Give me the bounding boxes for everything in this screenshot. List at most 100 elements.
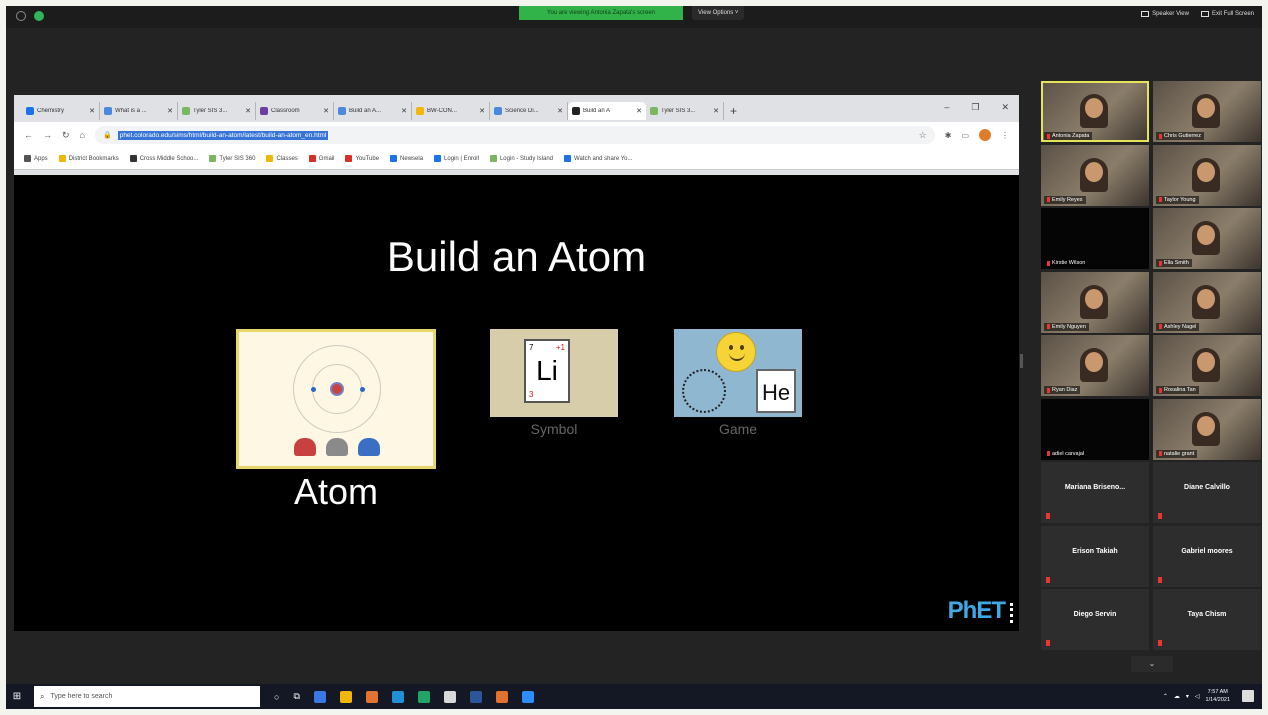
forward-arrow-icon[interactable]: → bbox=[43, 130, 52, 140]
view-options-button[interactable]: View Options ˅ bbox=[692, 6, 745, 20]
tab-close-icon[interactable]: ✕ bbox=[89, 107, 95, 115]
gallery-next-page-button[interactable]: ⌄ bbox=[1131, 656, 1173, 672]
extensions-icon[interactable]: ✱ bbox=[945, 131, 952, 140]
exit-full-screen-button[interactable]: Exit Full Screen bbox=[1200, 11, 1254, 17]
browser-tab[interactable]: Chemistry ✕ bbox=[22, 102, 100, 120]
participant-tile[interactable]: Ryan Diaz bbox=[1041, 335, 1149, 396]
participant-tile[interactable]: Kirstie Wilson bbox=[1041, 208, 1149, 269]
pinned-app-icon[interactable] bbox=[417, 690, 430, 703]
cortana-icon[interactable]: ○ bbox=[274, 692, 279, 702]
participant-tile[interactable]: Taya Chism bbox=[1153, 589, 1261, 650]
tab-close-icon[interactable]: ✕ bbox=[557, 107, 563, 115]
onedrive-icon[interactable]: ☁ bbox=[1174, 693, 1180, 700]
bookmark-item[interactable]: Login | Enroll bbox=[434, 155, 479, 162]
game-screen-button[interactable]: He bbox=[674, 329, 802, 417]
browser-tab[interactable]: Build an A... ✕ bbox=[334, 102, 412, 120]
bookmark-item[interactable]: YouTube bbox=[345, 155, 379, 162]
bookmark-item[interactable]: Classes bbox=[266, 155, 298, 162]
lock-icon[interactable]: 🔒 bbox=[103, 131, 112, 139]
pinned-app-icon[interactable] bbox=[391, 690, 404, 703]
new-tab-button[interactable]: + bbox=[730, 104, 737, 118]
participant-tile[interactable]: Diego Servin bbox=[1041, 589, 1149, 650]
pinned-app-icon[interactable] bbox=[365, 690, 378, 703]
participant-tile[interactable]: Erison Takiah bbox=[1041, 525, 1149, 587]
participant-tile[interactable]: Antonia Zapata bbox=[1041, 81, 1149, 142]
bookmark-item[interactable]: Login - Study Island bbox=[489, 155, 553, 162]
task-view-icon[interactable]: ⧉ bbox=[293, 691, 299, 702]
participant-tile[interactable]: Gabriel moores bbox=[1153, 525, 1261, 587]
chrome-menu-icon[interactable]: ⋮ bbox=[1001, 131, 1009, 140]
pinned-app-icon[interactable] bbox=[313, 690, 326, 703]
participant-video-face bbox=[1197, 415, 1216, 436]
bookmark-item[interactable]: Newsela bbox=[390, 155, 423, 162]
bookmark-item[interactable]: Cross Middle Schoo... bbox=[129, 155, 198, 162]
bookmark-item[interactable]: District Bookmarks bbox=[58, 155, 119, 162]
participant-name-tag: Taylor Young bbox=[1156, 195, 1199, 204]
phet-menu-icon[interactable] bbox=[1010, 603, 1013, 623]
participant-tile[interactable]: Emily Nguyen bbox=[1041, 271, 1149, 333]
tab-close-icon[interactable]: ✕ bbox=[636, 107, 642, 115]
pinned-app-icon[interactable] bbox=[339, 690, 352, 703]
home-icon[interactable]: ⌂ bbox=[80, 130, 85, 140]
encryption-shield-icon[interactable] bbox=[34, 11, 44, 21]
participant-tile[interactable]: adiel carvajal bbox=[1041, 398, 1149, 460]
volume-icon[interactable]: ◁ bbox=[1195, 693, 1200, 700]
participant-tile[interactable]: Ashley Nagel bbox=[1153, 271, 1261, 333]
bookmark-item[interactable]: Gmail bbox=[308, 155, 334, 162]
atom-screen-label[interactable]: Atom bbox=[236, 471, 436, 513]
participant-name-tag: natalie grant bbox=[1156, 449, 1198, 458]
panel-splitter-handle[interactable] bbox=[1020, 354, 1023, 368]
tab-close-icon[interactable]: ✕ bbox=[713, 107, 719, 115]
bookmark-item[interactable]: Watch and share Yo... bbox=[564, 155, 633, 162]
symbol-screen-label[interactable]: Symbol bbox=[490, 421, 618, 437]
tab-close-icon[interactable]: ✕ bbox=[479, 107, 485, 115]
participant-tile[interactable]: Taylor Young bbox=[1153, 144, 1261, 206]
tab-close-icon[interactable]: ✕ bbox=[167, 107, 173, 115]
pinned-app-icon[interactable] bbox=[521, 690, 534, 703]
bookmark-item[interactable]: Tyler SIS 360 bbox=[209, 155, 255, 162]
participant-tile[interactable]: Diane Calvillo bbox=[1153, 462, 1261, 523]
participant-tile[interactable]: Emily Reyes bbox=[1041, 144, 1149, 206]
tab-close-icon[interactable]: ✕ bbox=[401, 107, 407, 115]
browser-tab[interactable]: What is a ... ✕ bbox=[100, 102, 178, 120]
browser-tab[interactable]: Tyler SIS 3... ✕ bbox=[646, 102, 724, 120]
browser-tab[interactable]: Science Di... ✕ bbox=[490, 102, 568, 120]
speaker-view-button[interactable]: Speaker View bbox=[1141, 11, 1189, 17]
browser-tab[interactable]: Build an A ✕ bbox=[568, 102, 646, 120]
pinned-app-icon[interactable] bbox=[495, 690, 508, 703]
maximize-icon[interactable]: ❐ bbox=[971, 102, 979, 113]
participant-tile[interactable]: Ella Smith bbox=[1153, 208, 1261, 269]
tab-close-icon[interactable]: ✕ bbox=[245, 107, 251, 115]
tab-close-icon[interactable]: ✕ bbox=[323, 107, 329, 115]
symbol-screen-button[interactable]: 7 +1 Li 3 bbox=[490, 329, 618, 417]
browser-tab[interactable]: Tyler SIS 3... ✕ bbox=[178, 102, 256, 120]
taskbar-search-box[interactable]: ⌕ Type here to search bbox=[34, 686, 260, 707]
taskbar-clock[interactable]: 7:57 AM 1/14/2021 bbox=[1206, 688, 1230, 704]
windows-start-icon[interactable]: ⊞ bbox=[6, 684, 28, 709]
info-icon[interactable] bbox=[16, 11, 26, 21]
reload-icon[interactable]: ↻ bbox=[62, 130, 70, 141]
profile-avatar[interactable] bbox=[979, 129, 991, 141]
back-arrow-icon[interactable]: ← bbox=[24, 130, 33, 140]
close-icon[interactable]: ✕ bbox=[1001, 102, 1009, 113]
participant-tile[interactable]: natalie grant bbox=[1153, 398, 1261, 460]
participant-tile[interactable]: Chris Gutierrez bbox=[1153, 81, 1261, 142]
address-bar[interactable]: 🔒 phet.colorado.edu/sims/html/build-an-a… bbox=[94, 126, 935, 144]
tray-overflow-icon[interactable]: ⌃ bbox=[1163, 693, 1168, 700]
phet-logo[interactable]: PhET bbox=[948, 597, 1006, 625]
minimize-icon[interactable]: – bbox=[944, 102, 949, 113]
pinned-app-icon[interactable] bbox=[443, 690, 456, 703]
game-screen-label[interactable]: Game bbox=[674, 421, 802, 437]
participant-tile[interactable]: Rosalina Tan bbox=[1153, 335, 1261, 396]
atom-screen-button[interactable] bbox=[236, 329, 436, 469]
notifications-icon[interactable] bbox=[1242, 690, 1254, 702]
cast-icon[interactable]: ▭ bbox=[961, 131, 969, 140]
network-icon[interactable]: ▾ bbox=[1186, 693, 1189, 700]
bookmark-star-icon[interactable]: ☆ bbox=[919, 130, 927, 141]
pinned-app-icon[interactable] bbox=[469, 690, 482, 703]
participant-tile[interactable]: Mariana Briseno... bbox=[1041, 462, 1149, 523]
browser-tab[interactable]: BW-CON... ✕ bbox=[412, 102, 490, 120]
bookmark-item[interactable]: Apps bbox=[24, 155, 48, 162]
browser-tab[interactable]: Classroom ✕ bbox=[256, 102, 334, 120]
url-text[interactable]: phet.colorado.edu/sims/html/build-an-ato… bbox=[117, 130, 329, 140]
